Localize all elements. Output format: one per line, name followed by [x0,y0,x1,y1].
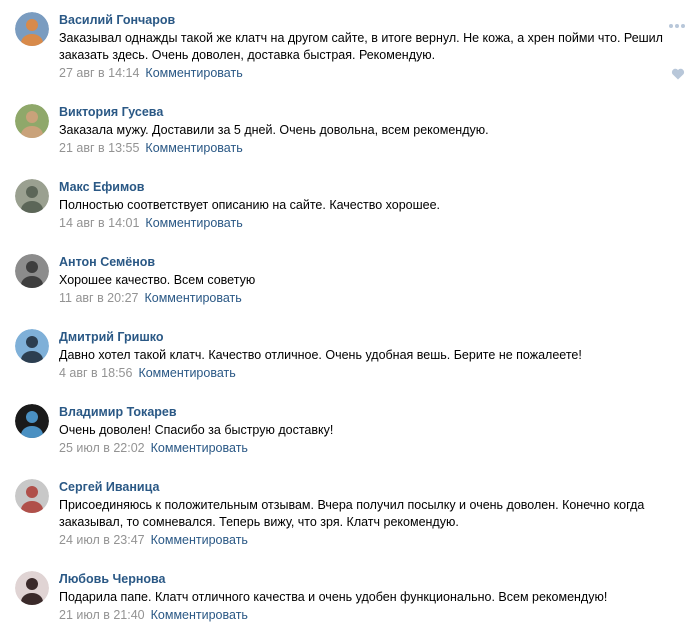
comment-date[interactable]: 25 июл в 22:02 [59,441,145,455]
comment-author[interactable]: Сергей Иваница [59,480,159,494]
reply-link[interactable]: Комментировать [151,441,248,455]
comment-text: Заказала мужу. Доставили за 5 дней. Очен… [59,123,489,137]
avatar[interactable] [15,571,49,605]
comment-item: Виктория Гусева Заказала мужу. Доставили … [0,92,700,167]
comment-date[interactable]: 24 июл в 23:47 [59,533,145,547]
comment-date[interactable]: 21 июл в 21:40 [59,608,145,622]
comment-date[interactable]: 4 авг в 18:56 [59,366,132,380]
comment-text: Присоединяюсь к положительным отзывам. В… [59,498,645,529]
comment-meta: 4 авг в 18:56 Комментировать [59,366,236,380]
avatar[interactable] [15,404,49,438]
comments-list: Василий Гончаров Заказывал однажды такой … [0,0,700,638]
avatar[interactable] [15,479,49,513]
comment-text: Давно хотел такой клатч. Качество отличн… [59,348,582,362]
comment-item: Владимир Токарев Очень доволен! Спасибо з… [0,392,700,467]
avatar[interactable] [15,254,49,288]
comment-meta: 27 авг в 14:14 Комментировать [59,66,243,80]
comment-author[interactable]: Василий Гончаров [59,13,175,27]
comment-item: Любовь Чернова Подарила папе. Клатч отлич… [0,559,700,634]
comment-author[interactable]: Любовь Чернова [59,572,166,586]
comment-item: Сергей Иваница Присоединяюсь к положитель… [0,467,700,557]
comment-date[interactable]: 21 авг в 13:55 [59,141,139,155]
comment-date[interactable]: 11 авг в 20:27 [59,291,138,305]
comment-item: Василий Гончаров Заказывал однажды такой … [0,0,700,90]
avatar[interactable] [15,12,49,46]
avatar[interactable] [15,179,49,213]
reply-link[interactable]: Комментировать [145,216,242,230]
comment-author[interactable]: Дмитрий Гришко [59,330,164,344]
comment-author[interactable]: Владимир Токарев [59,405,177,419]
comment-meta: 11 авг в 20:27 Комментировать [59,291,242,305]
comment-text: Полностью соответствует описанию на сайт… [59,198,441,212]
comment-text: Хорошее качество. Всем советую [59,273,256,287]
comment-meta: 21 июл в 21:40 Комментировать [59,608,248,622]
comment-date[interactable]: 27 авг в 14:14 [59,66,139,80]
comment-meta: 25 июл в 22:02 Комментировать [59,441,248,455]
heart-icon[interactable] [671,67,685,80]
reply-link[interactable]: Комментировать [144,291,241,305]
reply-link[interactable]: Комментировать [145,66,242,80]
reply-link[interactable]: Комментировать [151,608,248,622]
comment-author[interactable]: Макс Ефимов [59,180,144,194]
comment-item: Антон Семёнов Хорошее качество. Всем сове… [0,242,700,317]
avatar[interactable] [15,104,49,138]
reply-link[interactable]: Комментировать [151,533,248,547]
comment-meta: 21 авг в 13:55 Комментировать [59,141,243,155]
reply-link[interactable]: Комментировать [145,141,242,155]
comment-item: Макс Ефимов Полностью соответствует описа… [0,167,700,242]
comment-meta: 14 авг в 14:01 Комментировать [59,216,243,230]
reply-link[interactable]: Комментировать [138,366,235,380]
comment-date[interactable]: 14 авг в 14:01 [59,216,139,230]
comment-meta: 24 июл в 23:47 Комментировать [59,533,248,547]
comment-author[interactable]: Виктория Гусева [59,105,163,119]
more-icon[interactable] [668,17,686,28]
avatar[interactable] [15,329,49,363]
comment-text: Очень доволен! Спасибо за быструю достав… [59,423,334,437]
comment-item: Дмитрий Гришко Давно хотел такой клатч. К… [0,317,700,392]
comment-author[interactable]: Антон Семёнов [59,255,155,269]
comment-text: Подарила папе. Клатч отличного качества … [59,590,608,604]
comment-text: Заказывал однажды такой же клатч на друг… [59,31,663,62]
